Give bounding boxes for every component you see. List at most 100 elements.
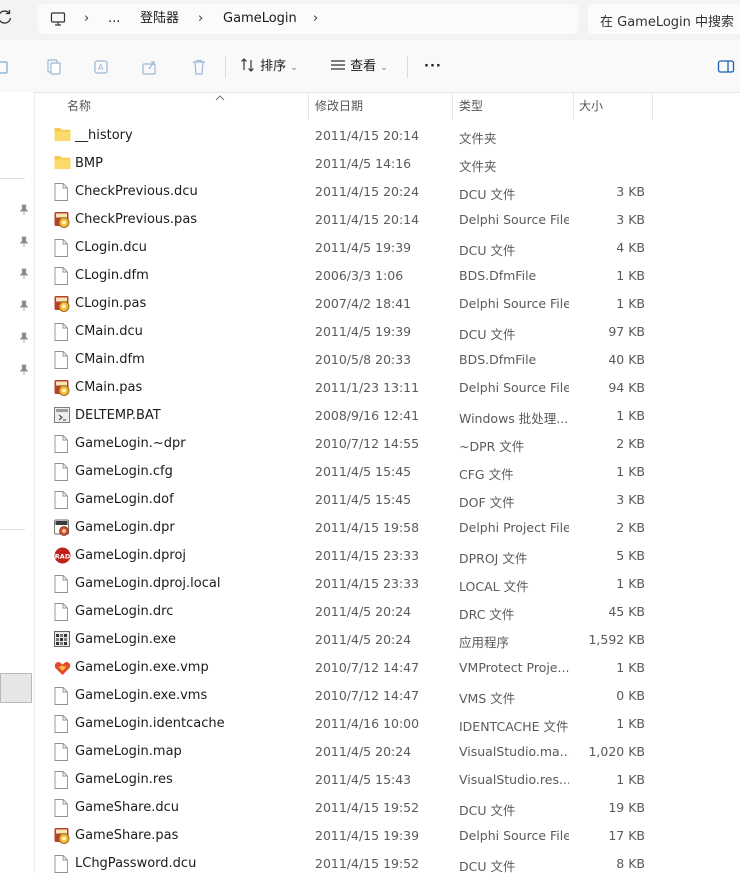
file-type: VisualStudio.res.... xyxy=(459,772,569,787)
file-date-modified: 2011/4/16 10:00 xyxy=(315,716,420,731)
file-type: 文件夹 xyxy=(459,131,497,146)
file-size: 1 KB xyxy=(616,464,645,479)
column-resize-handle[interactable] xyxy=(573,92,574,120)
file-row[interactable]: BMP 2011/4/5 14:16 文件夹 xyxy=(35,150,740,178)
file-name: GameLogin.exe.vmp xyxy=(75,660,209,675)
pin-icon[interactable] xyxy=(19,364,29,376)
file-row[interactable]: CLogin.dcu 2011/4/5 19:39 DCU 文件 4 KB xyxy=(35,234,740,262)
sort-ascending-icon xyxy=(215,90,225,101)
file-name: CLogin.dcu xyxy=(75,240,147,255)
file-size: 19 KB xyxy=(608,800,645,815)
file-size: 1 KB xyxy=(616,296,645,311)
navigation-pane xyxy=(0,92,34,873)
pin-icon[interactable] xyxy=(19,300,29,312)
command-bar: A 排序 ⌄ 查看 ⌄ ··· xyxy=(0,40,740,93)
file-icon xyxy=(54,351,71,369)
search-input[interactable]: 在 GameLogin 中搜索 xyxy=(588,4,740,34)
file-row[interactable]: CMain.pas 2011/1/23 13:11 Delphi Source Fi… xyxy=(35,374,740,402)
file-date-modified: 2010/7/12 14:55 xyxy=(315,436,420,451)
copy-icon[interactable] xyxy=(45,58,63,76)
breadcrumb-dengluqi[interactable]: 登陆器 xyxy=(140,10,179,28)
pin-icon[interactable] xyxy=(19,236,29,248)
toolbar-separator xyxy=(407,56,408,78)
file-row[interactable]: CheckPrevious.dcu 2011/4/15 20:24 DCU 文件 3 … xyxy=(35,178,740,206)
chevron-right-icon[interactable]: › xyxy=(84,10,89,28)
column-resize-handle[interactable] xyxy=(452,92,453,120)
column-name[interactable]: 名称 xyxy=(67,97,91,114)
file-row[interactable]: GameLogin.cfg 2011/4/5 15:45 CFG 文件 1 KB xyxy=(35,458,740,486)
file-row[interactable]: GameLogin.dproj.local 2011/4/15 23:33 LOCA… xyxy=(35,570,740,598)
file-name: GameShare.pas xyxy=(75,828,179,843)
file-row[interactable]: CheckPrevious.pas 2011/4/15 20:14 Delphi S… xyxy=(35,206,740,234)
file-type: Windows 批处理... xyxy=(459,411,569,426)
toolbar-separator xyxy=(225,56,226,78)
file-row[interactable]: DELTEMP.BAT 2008/9/16 12:41 Windows 批处理...… xyxy=(35,402,740,430)
file-row[interactable]: CLogin.pas 2007/4/2 18:41 Delphi Source Fi… xyxy=(35,290,740,318)
file-type: DOF 文件 xyxy=(459,495,515,510)
file-name: BMP xyxy=(75,156,103,171)
breadcrumb-gamelogin[interactable]: GameLogin xyxy=(223,10,297,28)
file-row[interactable]: GameShare.dcu 2011/4/15 19:52 DCU 文件 19 KB xyxy=(35,794,740,822)
chevron-right-icon[interactable]: › xyxy=(198,10,203,28)
breadcrumb-ellipsis[interactable]: ... xyxy=(108,10,120,28)
rename-icon[interactable]: A xyxy=(93,58,111,76)
file-date-modified: 2010/7/12 14:47 xyxy=(315,688,420,703)
address-box[interactable]: › ... 登陆器 › GameLogin › xyxy=(38,4,578,34)
new-icon[interactable] xyxy=(0,58,12,76)
file-name: CLogin.pas xyxy=(75,296,147,311)
file-type: DPROJ 文件 xyxy=(459,551,528,566)
pas-icon xyxy=(54,827,71,845)
file-date-modified: 2011/4/5 15:45 xyxy=(315,492,412,507)
file-type: DCU 文件 xyxy=(459,859,516,874)
file-row[interactable]: GameShare.pas 2011/4/15 19:39 Delphi Sourc… xyxy=(35,822,740,850)
file-row[interactable]: GameLogin.drc 2011/4/5 20:24 DRC 文件 45 KB xyxy=(35,598,740,626)
file-icon xyxy=(54,435,71,453)
pin-icon[interactable] xyxy=(19,332,29,344)
file-row[interactable]: LChgPassword.dcu 2011/4/15 19:52 DCU 文件 8 K… xyxy=(35,850,740,878)
delete-icon[interactable] xyxy=(190,58,208,76)
column-resize-handle[interactable] xyxy=(308,92,309,120)
file-row[interactable]: GameLogin.dof 2011/4/5 15:45 DOF 文件 3 KB xyxy=(35,486,740,514)
file-row[interactable]: RAD GameLogin.dproj 2011/4/15 23:33 DPROJ 文… xyxy=(35,542,740,570)
file-row[interactable]: GameLogin.~dpr 2010/7/12 14:55 ~DPR 文件 2 KB xyxy=(35,430,740,458)
file-size: 0 KB xyxy=(616,688,645,703)
more-options-button[interactable]: ··· xyxy=(424,54,442,80)
file-row[interactable]: CMain.dfm 2010/5/8 20:33 BDS.DfmFile 40 KB xyxy=(35,346,740,374)
file-size: 3 KB xyxy=(616,184,645,199)
column-resize-handle[interactable] xyxy=(652,92,653,120)
file-row[interactable]: CMain.dcu 2011/4/5 19:39 DCU 文件 97 KB xyxy=(35,318,740,346)
pin-icon[interactable] xyxy=(19,268,29,280)
file-icon xyxy=(54,603,71,621)
chevron-right-icon[interactable]: › xyxy=(313,10,318,28)
file-date-modified: 2011/4/5 15:45 xyxy=(315,464,412,479)
column-date[interactable]: 修改日期 xyxy=(315,97,363,114)
this-pc-icon[interactable] xyxy=(50,11,66,27)
file-type: 文件夹 xyxy=(459,159,497,174)
file-size: 8 KB xyxy=(616,856,645,871)
file-row[interactable]: CLogin.dfm 2006/3/3 1:06 BDS.DfmFile 1 KB xyxy=(35,262,740,290)
file-row[interactable]: GameLogin.exe 2011/4/5 20:24 应用程序 1,592 KB xyxy=(35,626,740,654)
column-size[interactable]: 大小 xyxy=(579,97,603,114)
file-row[interactable]: GameLogin.dpr 2011/4/15 19:58 Delphi Proje… xyxy=(35,514,740,542)
details-pane-icon[interactable] xyxy=(717,58,735,76)
file-date-modified: 2011/4/15 19:39 xyxy=(315,828,420,843)
sort-label: 排序 xyxy=(260,59,287,74)
file-type: Delphi Source File xyxy=(459,828,569,843)
file-date-modified: 2011/4/5 19:39 xyxy=(315,324,412,339)
sort-button[interactable]: 排序 ⌄ xyxy=(240,54,298,80)
view-button[interactable]: 查看 ⌄ xyxy=(330,54,388,80)
svg-text:RAD: RAD xyxy=(55,552,71,560)
refresh-icon[interactable] xyxy=(0,8,16,30)
pin-icon[interactable] xyxy=(19,204,29,216)
share-icon[interactable] xyxy=(141,58,159,76)
nav-selected-item[interactable] xyxy=(0,673,32,703)
column-type[interactable]: 类型 xyxy=(459,97,483,114)
file-name: CLogin.dfm xyxy=(75,268,149,283)
file-type: IDENTCACHE 文件 xyxy=(459,719,569,734)
file-row[interactable]: GameLogin.exe.vmp 2010/7/12 14:47 VMProtec… xyxy=(35,654,740,682)
file-row[interactable]: __history 2011/4/15 20:14 文件夹 xyxy=(35,122,740,150)
file-row[interactable]: GameLogin.res 2011/4/5 15:43 VisualStudio.… xyxy=(35,766,740,794)
file-row[interactable]: GameLogin.identcache 2011/4/16 10:00 IDENT… xyxy=(35,710,740,738)
file-row[interactable]: GameLogin.exe.vms 2010/7/12 14:47 VMS 文件 0 … xyxy=(35,682,740,710)
file-row[interactable]: GameLogin.map 2011/4/5 20:24 VisualStudio.… xyxy=(35,738,740,766)
